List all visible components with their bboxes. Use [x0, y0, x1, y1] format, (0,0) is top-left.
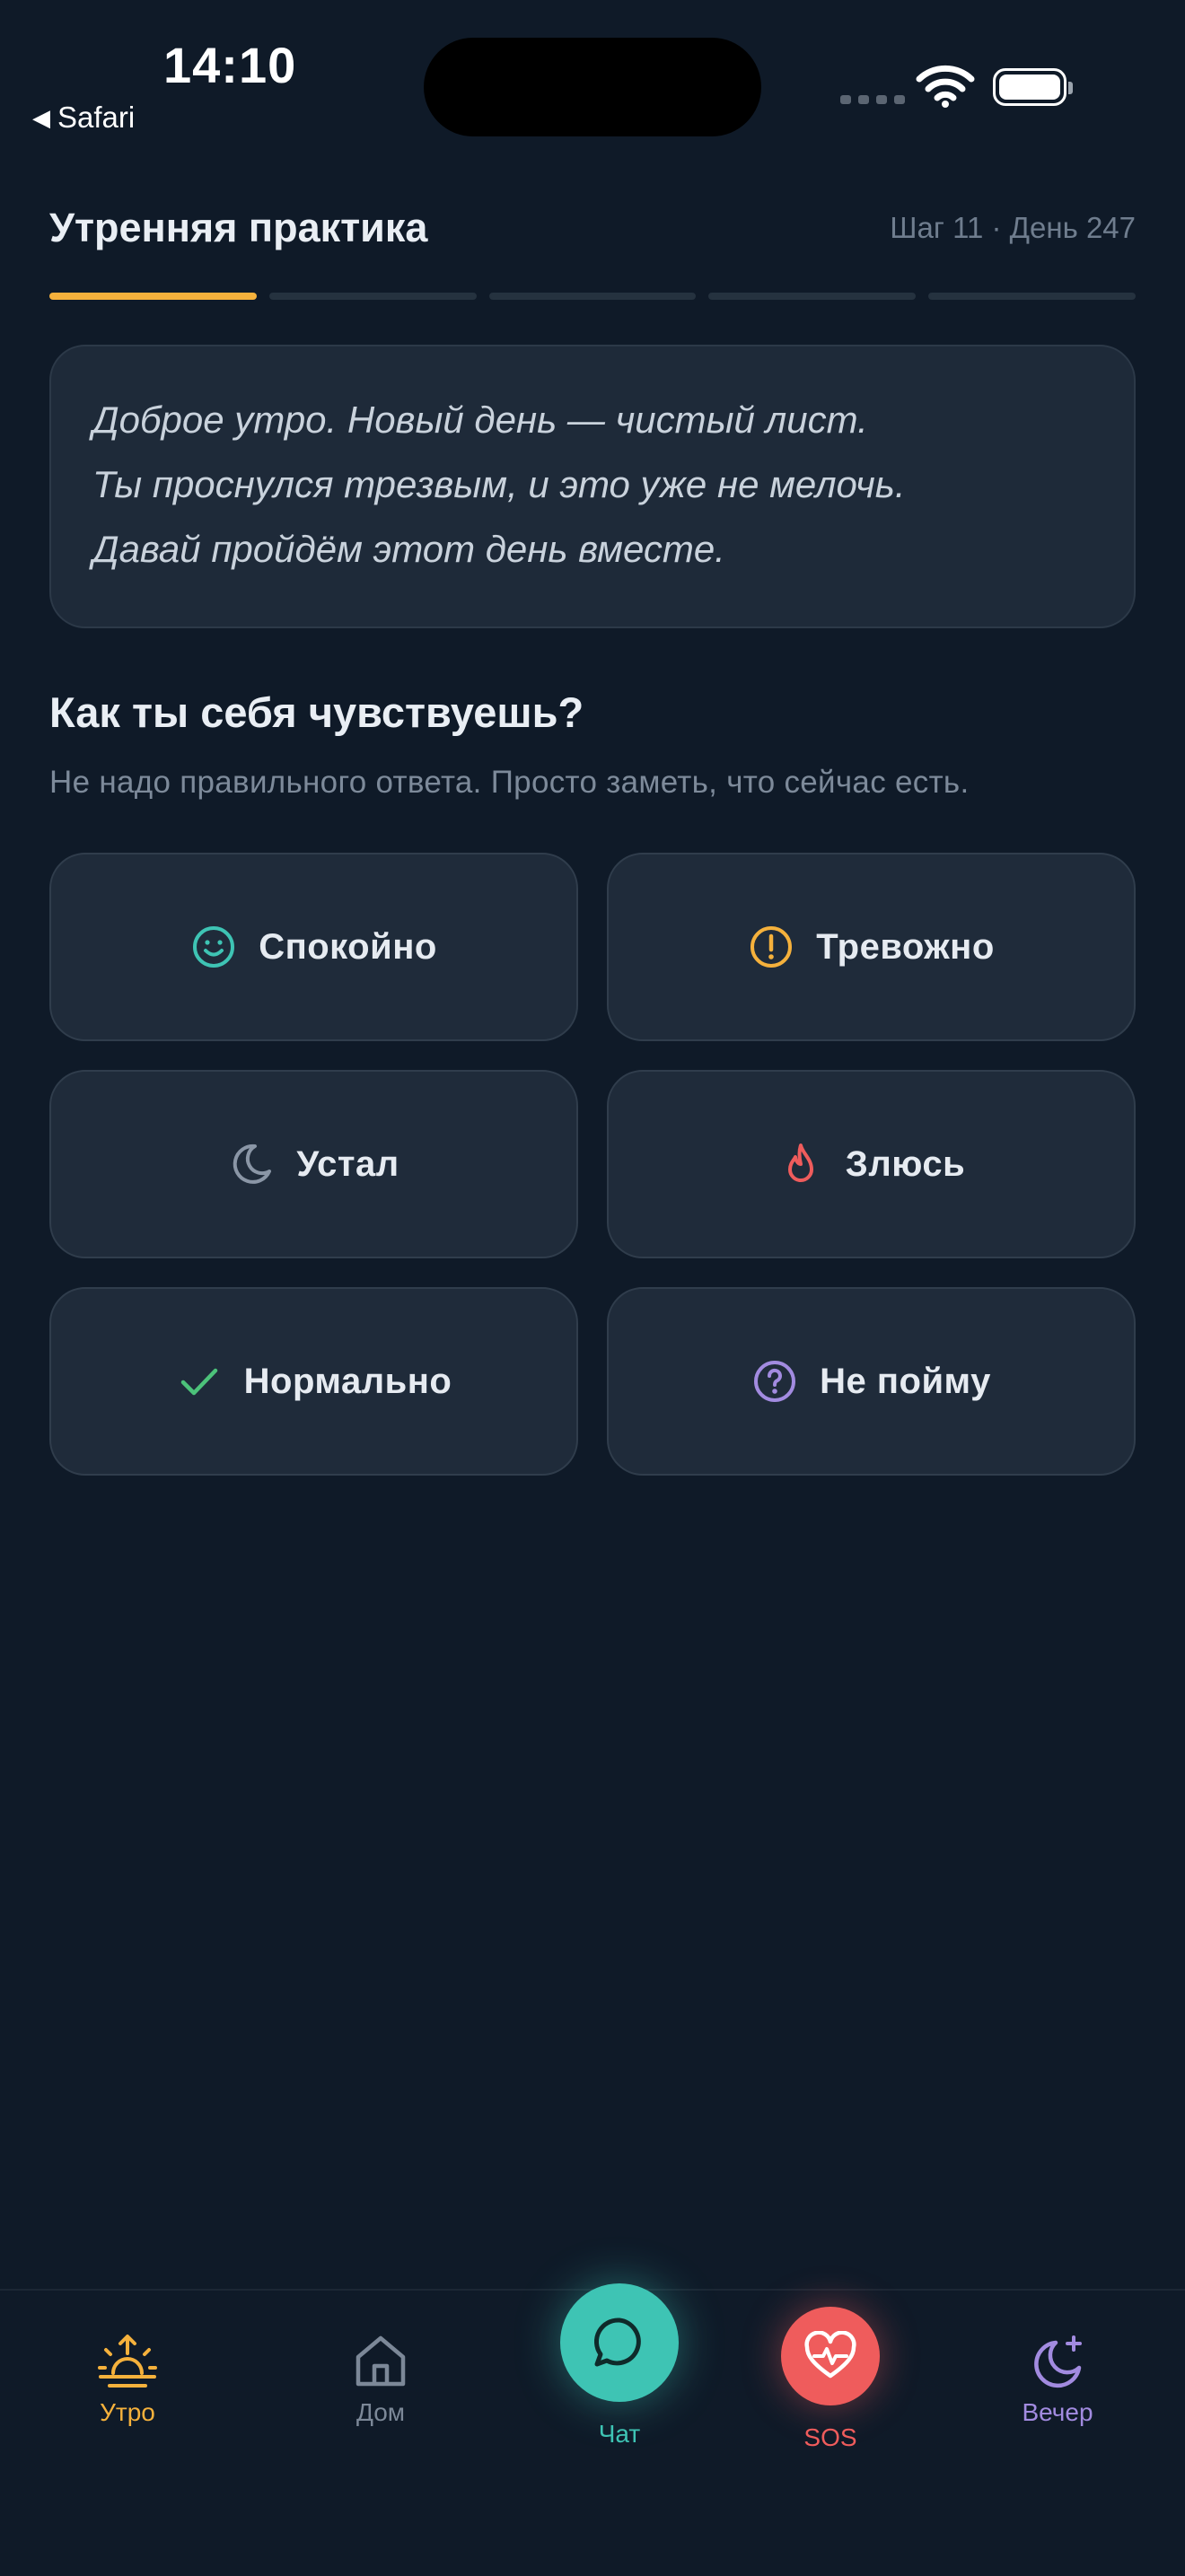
back-triangle-icon: ◀	[32, 103, 50, 131]
greeting-line: Ты проснулся трезвым, и это уже не мелоч…	[92, 463, 906, 505]
greeting-line: Давай пройдём этот день вместе.	[92, 528, 725, 570]
mood-normal-button[interactable]: Нормально	[49, 1287, 578, 1476]
check-icon	[176, 1358, 223, 1405]
mood-tired-button[interactable]: Устал	[49, 1070, 578, 1258]
battery-icon	[993, 68, 1073, 106]
status-bar: 14:10 ◀ Safari	[0, 0, 1185, 153]
alert-circle-icon	[748, 924, 794, 970]
mood-calm-button[interactable]: Спокойно	[49, 853, 578, 1041]
home-icon	[356, 2335, 406, 2387]
back-app-label: Safari	[57, 101, 136, 134]
nav-tab-chat[interactable]	[560, 2283, 679, 2402]
mood-label: Злюсь	[845, 1143, 966, 1184]
smile-icon	[190, 924, 237, 970]
nav-label: Вечер	[1022, 2398, 1093, 2426]
greeting-card: Доброе утро. Новый день — чистый лист. Т…	[49, 345, 1136, 628]
mood-label: Тревожно	[816, 926, 995, 967]
greeting-line: Доброе утро. Новый день — чистый лист.	[92, 399, 868, 441]
mood-anxious-button[interactable]: Тревожно	[607, 853, 1136, 1041]
mood-question: Как ты себя чувствуешь?	[49, 688, 584, 736]
heart-pulse-icon	[804, 2331, 856, 2379]
bottom-nav: Утро Дом Чат SOS Вечер	[0, 2283, 1185, 2576]
mood-label: Устал	[296, 1143, 399, 1184]
nav-tab-sos[interactable]	[781, 2307, 880, 2405]
progress-segment	[928, 293, 1136, 300]
status-time: 14:10	[163, 37, 297, 93]
mood-label: Спокойно	[259, 926, 437, 967]
sunrise-icon	[98, 2335, 157, 2388]
back-to-app-button[interactable]: ◀ Safari	[32, 101, 135, 135]
progress-segment	[488, 293, 697, 300]
mood-hint: Не надо правильного ответа. Просто замет…	[49, 765, 970, 800]
cellular-signal-icon	[840, 95, 905, 104]
mood-angry-button[interactable]: Злюсь	[607, 1070, 1136, 1258]
nav-tab-evening[interactable]: Вечер	[1013, 2334, 1102, 2427]
progress-segment	[708, 293, 917, 300]
practice-header: Утренняя практика Шаг 11 · День 247	[49, 205, 1136, 251]
nav-label: Чат	[598, 2420, 641, 2448]
flame-icon	[777, 1141, 824, 1187]
nav-tab-morning[interactable]: Утро	[83, 2334, 172, 2427]
mood-label: Не пойму	[820, 1361, 991, 1401]
moon-icon	[228, 1141, 275, 1187]
progress-segment	[49, 293, 257, 300]
nav-label: Дом	[356, 2398, 406, 2426]
nav-label: Утро	[100, 2398, 155, 2426]
progress-segment	[268, 293, 477, 300]
mood-options: Спокойно Тревожно Устал Злюсь Нормально …	[49, 853, 1136, 1476]
mood-label: Нормально	[243, 1361, 452, 1401]
nav-label: SOS	[803, 2423, 857, 2451]
moon-star-icon	[1034, 2335, 1082, 2388]
step-day-counter: Шаг 11 · День 247	[890, 211, 1136, 244]
chat-bubble-icon	[593, 2318, 641, 2367]
nav-tab-home[interactable]: Дом	[336, 2334, 426, 2427]
question-circle-icon	[751, 1358, 798, 1405]
wifi-icon	[916, 65, 975, 108]
page-title: Утренняя практика	[49, 205, 428, 250]
dynamic-island	[424, 38, 761, 136]
practice-progress	[49, 293, 1136, 300]
mood-unsure-button[interactable]: Не пойму	[607, 1287, 1136, 1476]
